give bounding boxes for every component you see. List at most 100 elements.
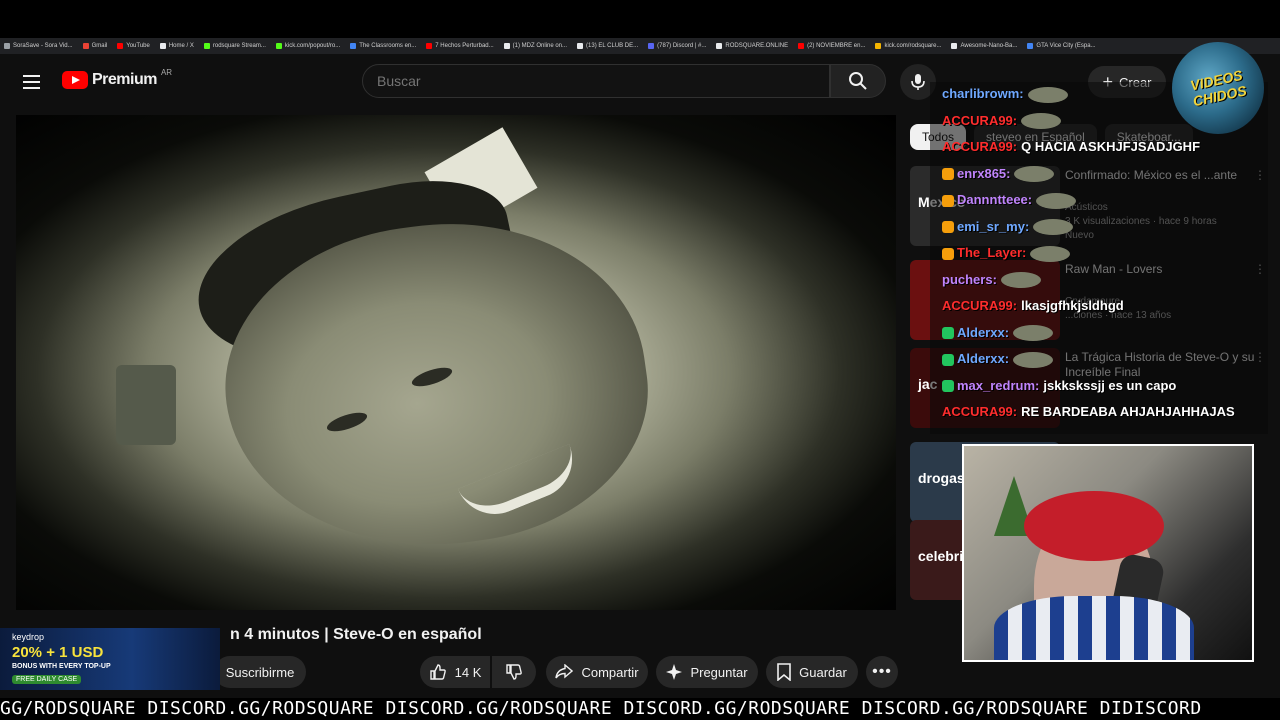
bookmark-label: RODSQUARE.ONLINE xyxy=(725,43,789,49)
favicon-icon xyxy=(503,43,510,49)
chat-username: ACCURA99: xyxy=(942,112,1018,128)
videos-chidos-logo: VIDEOS CHIDOS xyxy=(1172,42,1264,134)
top-black-bar xyxy=(0,0,1280,38)
chat-message: Alderxx: xyxy=(942,325,1054,342)
bookmark-item[interactable]: (2) NOVIEMBRE en... xyxy=(798,43,865,49)
chat-badge-icon xyxy=(942,327,954,340)
more-dots-icon: ••• xyxy=(872,663,892,680)
keydrop-bonus: BONUS WITH EVERY TOP-UP xyxy=(12,663,111,670)
like-count: 14 K xyxy=(454,664,482,680)
chat-username: max_redrum: xyxy=(957,377,1040,393)
search-box[interactable] xyxy=(362,64,830,98)
bookmark-item[interactable]: GTA Vice City (Espa... xyxy=(1027,43,1096,49)
favicon-icon xyxy=(82,43,89,49)
webcam-streamer-hair xyxy=(1024,491,1164,561)
share-icon xyxy=(555,664,574,679)
bookmark-item[interactable]: 7 Hechos Perturbad... xyxy=(426,43,494,49)
chat-username: ACCURA99: xyxy=(942,404,1018,419)
bookmark-label: GTA Vice City (Espa... xyxy=(1036,43,1096,49)
chat-message: ACCURA99: Q HACIA ASKHJFJSADJGHF xyxy=(942,139,1200,154)
bookmark-label: Home / X xyxy=(168,43,194,49)
favicon-icon xyxy=(875,43,882,49)
bookmark-item[interactable]: YouTube xyxy=(117,43,150,49)
bookmark-label: (2) NOVIEMBRE en... xyxy=(807,43,866,49)
chat-emote-icon xyxy=(1000,272,1041,289)
chat-message: enrx865: xyxy=(942,165,1055,183)
chat-username: ACCURA99: xyxy=(942,139,1018,154)
chat-emote-icon xyxy=(1014,166,1055,183)
thumbnail-text: celebrit xyxy=(918,548,968,564)
favicon-icon xyxy=(426,43,433,49)
streamer-webcam xyxy=(962,444,1254,662)
bookmark-item[interactable]: kick.com/rodsquare... xyxy=(875,43,941,49)
chat-text: Q HACIA ASKHJFJSADJGHF xyxy=(1021,139,1201,154)
chat-text: jskkskssjj es un capo xyxy=(1043,377,1177,393)
bookmark-item[interactable]: kick.com/popout/ro... xyxy=(275,43,340,49)
bookmark-item[interactable]: (1) MDZ Online on... xyxy=(503,43,568,49)
chat-username: enrx865: xyxy=(957,165,1011,181)
bookmark-label: (787) Discord | #... xyxy=(657,43,707,49)
chat-badge-icon xyxy=(942,247,954,260)
favicon-icon xyxy=(798,43,805,49)
save-button[interactable]: Guardar xyxy=(766,656,858,688)
thumbs-down-icon xyxy=(506,664,522,680)
youtube-play-icon xyxy=(62,71,88,89)
chat-username: emi_sr_my: xyxy=(957,218,1030,234)
keydrop-ad-banner[interactable]: keydrop 20% + 1 USD BONUS WITH EVERY TOP… xyxy=(0,628,220,690)
bookmark-item[interactable]: Awesome-Nano-Ba... xyxy=(951,43,1017,49)
search-input[interactable] xyxy=(377,73,829,89)
bookmark-item[interactable]: The Classrooms en... xyxy=(350,43,416,49)
subscribe-button[interactable]: Suscribirme xyxy=(214,656,306,688)
ask-button[interactable]: Preguntar xyxy=(656,656,758,688)
chat-emote-icon xyxy=(1027,86,1068,103)
thumbs-up-icon xyxy=(429,664,446,680)
favicon-icon xyxy=(275,43,282,49)
bookmark-label: (1) MDZ Online on... xyxy=(512,43,568,49)
bookmark-label: YouTube xyxy=(126,43,150,49)
thumbnail-text: drogas xyxy=(918,470,965,486)
bookmark-item[interactable]: rodsquare Stream... xyxy=(203,43,266,49)
more-actions-button[interactable]: ••• xyxy=(866,656,898,688)
chat-message: puchers: xyxy=(942,272,1041,289)
chat-username: ACCURA99: xyxy=(942,298,1018,313)
bookmark-label: rodsquare Stream... xyxy=(212,43,266,49)
video-player[interactable] xyxy=(16,115,896,610)
live-chat-overlay: charlibrowm: ACCURA99: ACCURA99: Q HACIA AS… xyxy=(930,82,1268,434)
overlay-logo-text: VIDEOS CHIDOS xyxy=(1188,66,1248,110)
youtube-premium-logo[interactable]: Premium AR xyxy=(62,67,173,89)
chat-text: lkasjgfhkjsldhgd xyxy=(1021,298,1124,313)
bookmark-item[interactable]: (13) EL CLUB DE... xyxy=(577,43,638,49)
favicon-icon xyxy=(648,43,655,49)
video-frame-lamp xyxy=(116,365,176,445)
chat-badge-icon xyxy=(942,168,954,181)
dislike-button[interactable] xyxy=(492,656,536,688)
chat-username: Alderxx: xyxy=(957,351,1010,366)
favicon-icon xyxy=(951,43,958,49)
chat-username: puchers: xyxy=(942,271,997,287)
share-button[interactable]: Compartir xyxy=(546,656,648,688)
chat-username: Dannntteee: xyxy=(957,192,1033,207)
keydrop-offer: 20% + 1 USD xyxy=(12,644,104,661)
menu-icon[interactable] xyxy=(20,70,44,94)
bookmark-label: (13) EL CLUB DE... xyxy=(586,43,639,49)
bookmark-item[interactable]: Home / X xyxy=(159,43,194,49)
chat-emote-icon xyxy=(1013,325,1054,342)
favicon-icon xyxy=(117,43,124,49)
region-code: AR xyxy=(160,67,173,77)
bookmark-item[interactable]: SoraSave - Sora Vid... xyxy=(4,43,73,49)
favicon-icon xyxy=(203,43,210,49)
favicon-icon xyxy=(577,43,584,49)
bookmark-item[interactable]: RODSQUARE.ONLINE xyxy=(716,43,788,49)
bookmark-item[interactable]: Gmail xyxy=(82,43,107,49)
search-button[interactable] xyxy=(830,64,886,98)
chat-message: The_Layer: xyxy=(942,245,1071,262)
chat-badge-icon xyxy=(942,221,954,234)
bookmarks-bar: SoraSave - Sora Vid... Gmail YouTube Home /… xyxy=(0,38,1280,54)
chat-message: ACCURA99: lkasjgfhkjsldhgd xyxy=(942,298,1124,313)
chat-emote-icon xyxy=(1013,351,1054,368)
like-button[interactable]: 14 K xyxy=(420,656,490,688)
bookmark-item[interactable]: (787) Discord | #... xyxy=(648,43,706,49)
chat-emote-icon xyxy=(1036,192,1077,209)
chat-emote-icon xyxy=(1021,113,1062,130)
chat-message: charlibrowm: xyxy=(942,86,1068,103)
